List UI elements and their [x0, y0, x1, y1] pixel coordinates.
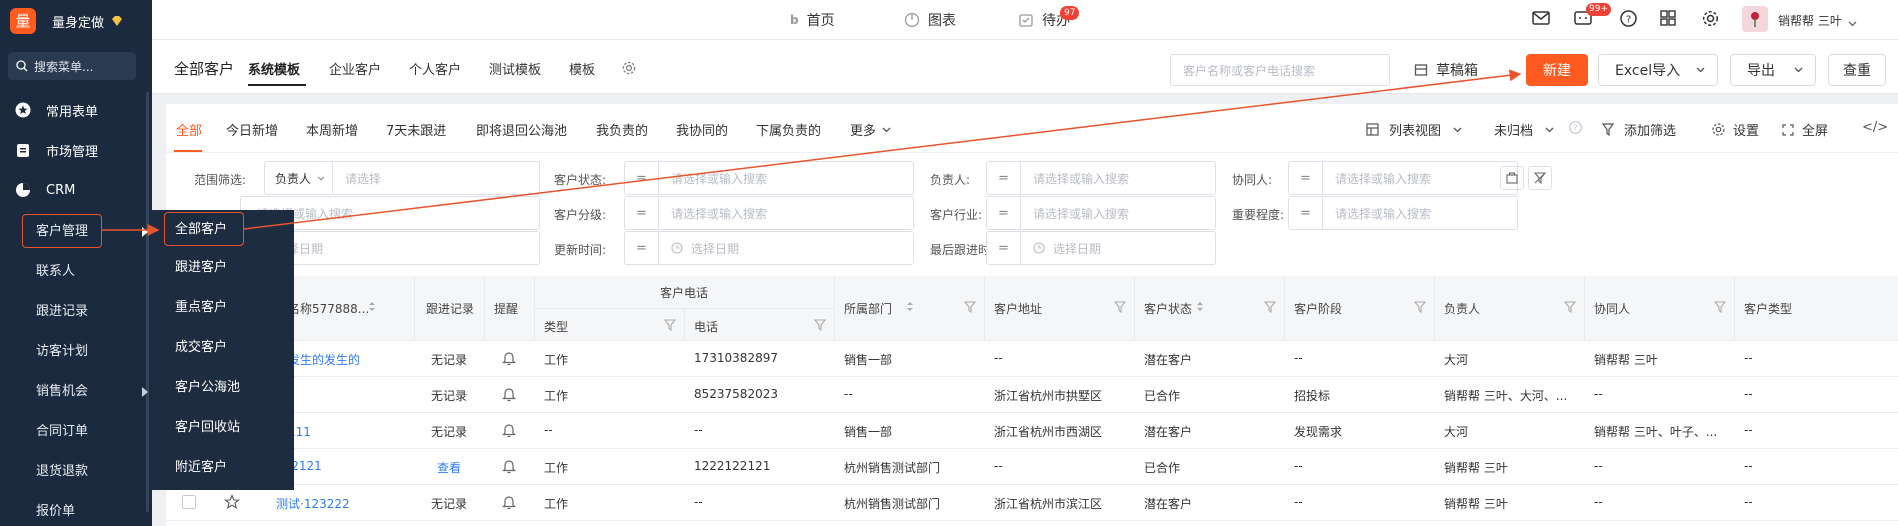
- annotation-arrows: [102, 69, 1522, 236]
